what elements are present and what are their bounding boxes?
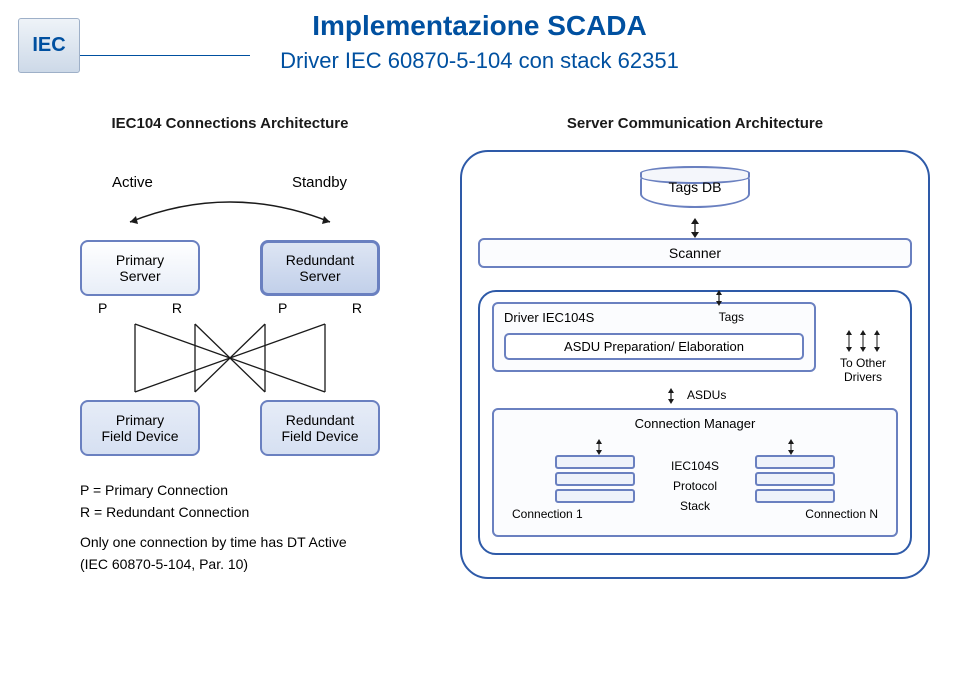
redundant-server-l1: Redundant bbox=[286, 252, 355, 268]
stack-layer bbox=[755, 489, 835, 503]
connection-1-label: Connection 1 bbox=[512, 507, 583, 521]
stack-layer bbox=[555, 489, 635, 503]
redundant-server-box: Redundant Server bbox=[260, 240, 380, 296]
r-label: R bbox=[352, 300, 362, 316]
primary-field-l1: Primary bbox=[116, 412, 164, 428]
connection-manager-title: Connection Manager bbox=[504, 416, 886, 431]
page-subtitle: Driver IEC 60870-5-104 con stack 62351 bbox=[0, 48, 959, 74]
asdus-label: ASDUs bbox=[687, 388, 726, 402]
left-heading: IEC104 Connections Architecture bbox=[40, 115, 420, 132]
tags-label: Tags bbox=[719, 310, 744, 324]
cross-connections-icon bbox=[80, 318, 380, 398]
active-standby-row: Active Standby bbox=[40, 170, 420, 210]
to-other-label: To Other Drivers bbox=[840, 356, 886, 384]
right-architecture: Server Communication Architecture Tags D… bbox=[460, 115, 930, 579]
bidir-arrow-icon bbox=[858, 330, 868, 352]
note-line2: (IEC 60870-5-104, Par. 10) bbox=[80, 556, 420, 572]
server-bubble: Tags DB Scanner Driver IEC104S Tags ASDU… bbox=[460, 150, 930, 579]
primary-server-l1: Primary bbox=[116, 252, 164, 268]
bidir-arrow-icon bbox=[688, 218, 702, 238]
to-other-drivers: To Other Drivers bbox=[828, 302, 898, 384]
primary-field-device-box: Primary Field Device bbox=[80, 400, 200, 456]
redundant-field-l2: Field Device bbox=[281, 428, 358, 444]
stack-label-1: IEC104S bbox=[671, 457, 719, 475]
connection-manager-box: Connection Manager bbox=[492, 408, 898, 537]
connection-n-label: Connection N bbox=[805, 507, 878, 521]
primary-server-l2: Server bbox=[119, 268, 160, 284]
bidir-arrow-icon bbox=[593, 439, 605, 455]
right-heading: Server Communication Architecture bbox=[460, 115, 930, 132]
pr-labels-top: P R P R bbox=[40, 300, 420, 316]
left-architecture: IEC104 Connections Architecture Active S… bbox=[40, 115, 420, 578]
stack-layer bbox=[755, 472, 835, 486]
standby-label: Standby bbox=[292, 174, 347, 191]
driver-bubble: Driver IEC104S Tags ASDU Preparation/ El… bbox=[478, 290, 912, 555]
protocol-stack-1 bbox=[555, 455, 635, 503]
bidir-arrow-icon bbox=[664, 388, 678, 404]
title-block: Implementazione SCADA Driver IEC 60870-5… bbox=[0, 10, 959, 74]
r-label: R bbox=[172, 300, 182, 316]
field-device-row: Primary Field Device Redundant Field Dev… bbox=[40, 400, 420, 456]
p-label: P bbox=[98, 300, 107, 316]
bidir-arrow-icon bbox=[785, 439, 797, 455]
redundant-field-device-box: Redundant Field Device bbox=[260, 400, 380, 456]
stack-layer bbox=[555, 455, 635, 469]
stack-label-3: Stack bbox=[680, 497, 710, 515]
active-label: Active bbox=[112, 174, 153, 191]
scanner-box: Scanner bbox=[478, 238, 912, 268]
bidir-arrow-icon bbox=[872, 330, 882, 352]
stack-layer bbox=[555, 472, 635, 486]
bidir-arrow-icon bbox=[712, 290, 726, 306]
stack-label-2: Protocol bbox=[673, 477, 717, 495]
tags-db-label: Tags DB bbox=[669, 179, 722, 195]
primary-field-l2: Field Device bbox=[101, 428, 178, 444]
bidir-arrow-icon bbox=[844, 330, 854, 352]
legend-r: R = Redundant Connection bbox=[80, 504, 420, 520]
server-row: Primary Server Redundant Server bbox=[40, 240, 420, 296]
tags-db-cylinder: Tags DB bbox=[640, 166, 750, 208]
note-line1: Only one connection by time has DT Activ… bbox=[80, 534, 420, 550]
page-title: Implementazione SCADA bbox=[0, 10, 959, 42]
protocol-stack-n bbox=[755, 455, 835, 503]
driver-title: Driver IEC104S bbox=[504, 310, 804, 325]
asdu-prep-box: ASDU Preparation/ Elaboration bbox=[504, 333, 804, 360]
redundant-server-l2: Server bbox=[299, 268, 340, 284]
stack-layer bbox=[755, 455, 835, 469]
p-label: P bbox=[278, 300, 287, 316]
driver-iec104s-box: Driver IEC104S Tags ASDU Preparation/ El… bbox=[492, 302, 816, 372]
redundant-field-l1: Redundant bbox=[286, 412, 355, 428]
failover-arc-icon bbox=[120, 192, 340, 226]
legend-block: P = Primary Connection R = Redundant Con… bbox=[40, 482, 420, 572]
legend-p: P = Primary Connection bbox=[80, 482, 420, 498]
primary-server-box: Primary Server bbox=[80, 240, 200, 296]
